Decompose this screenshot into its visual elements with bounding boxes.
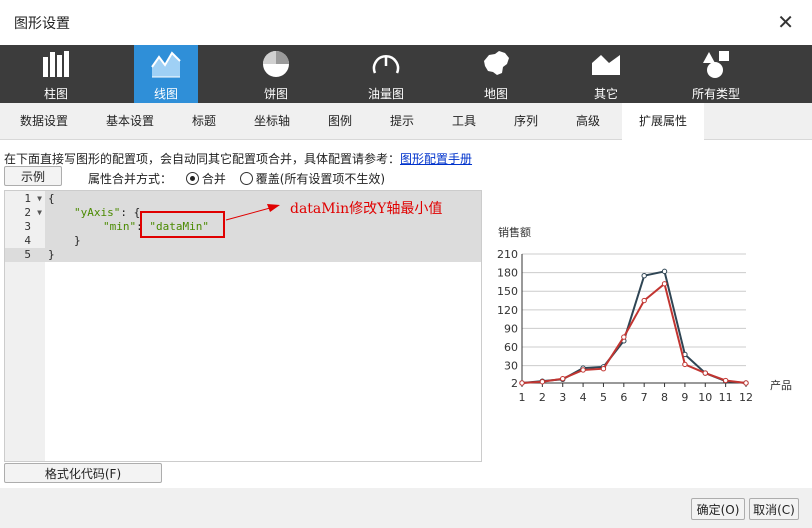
y-tick-label: 180 (497, 267, 518, 280)
ok-button[interactable]: 确定(O) (691, 498, 745, 520)
x-tick-label: 2 (539, 391, 546, 404)
x-tick-label: 11 (719, 391, 733, 404)
dialog-footer: 确定(O) 取消(C) (0, 488, 812, 528)
data-point (621, 334, 627, 340)
data-point (519, 380, 525, 386)
y-tick-label: 90 (504, 322, 518, 335)
annotation-text: dataMin修改Y轴最小值 (290, 201, 443, 217)
y-tick-label: 150 (497, 285, 518, 298)
data-point (641, 273, 647, 279)
x-tick-label: 5 (600, 391, 607, 404)
data-point (702, 370, 708, 376)
y-tick-label: 60 (504, 341, 518, 354)
data-point (580, 367, 586, 373)
x-tick-label: 3 (559, 391, 566, 404)
annotation-arrow-line (225, 207, 271, 221)
x-tick-label: 10 (698, 391, 712, 404)
y-axis-title: 销售额 (498, 225, 531, 239)
cancel-button[interactable]: 取消(C) (749, 498, 799, 520)
data-point (661, 281, 668, 287)
format-code-button[interactable]: 格式化代码(F) (4, 463, 162, 483)
highlight-box (140, 211, 225, 238)
y-tick-label: 2 (511, 377, 518, 390)
series-line-2 (521, 282, 747, 384)
data-point (722, 377, 729, 384)
data-point (661, 268, 668, 275)
x-tick-label: 12 (739, 391, 753, 404)
x-tick-label: 8 (661, 391, 668, 404)
series-line-1 (521, 270, 747, 384)
y-tick-label: 30 (504, 360, 518, 373)
data-point (682, 361, 688, 368)
x-tick-label: 1 (519, 391, 526, 404)
x-tick-label: 4 (580, 391, 587, 404)
data-point (600, 366, 607, 372)
annotation-arrow-head (267, 204, 280, 212)
data-point (641, 297, 647, 304)
data-point (743, 380, 749, 386)
data-point (560, 375, 566, 382)
x-tick-label: 6 (620, 391, 627, 404)
data-point (539, 379, 546, 385)
x-axis-title: 产品 (770, 378, 792, 392)
y-tick-label: 210 (497, 248, 518, 261)
chart-preview: 销售额23060901201501802101 2 3 4 5 6 7 8 9 10 11 12产品 (497, 225, 792, 404)
y-tick-label: 120 (497, 304, 518, 317)
x-tick-label: 9 (681, 391, 688, 404)
x-tick-label: 7 (641, 391, 648, 404)
